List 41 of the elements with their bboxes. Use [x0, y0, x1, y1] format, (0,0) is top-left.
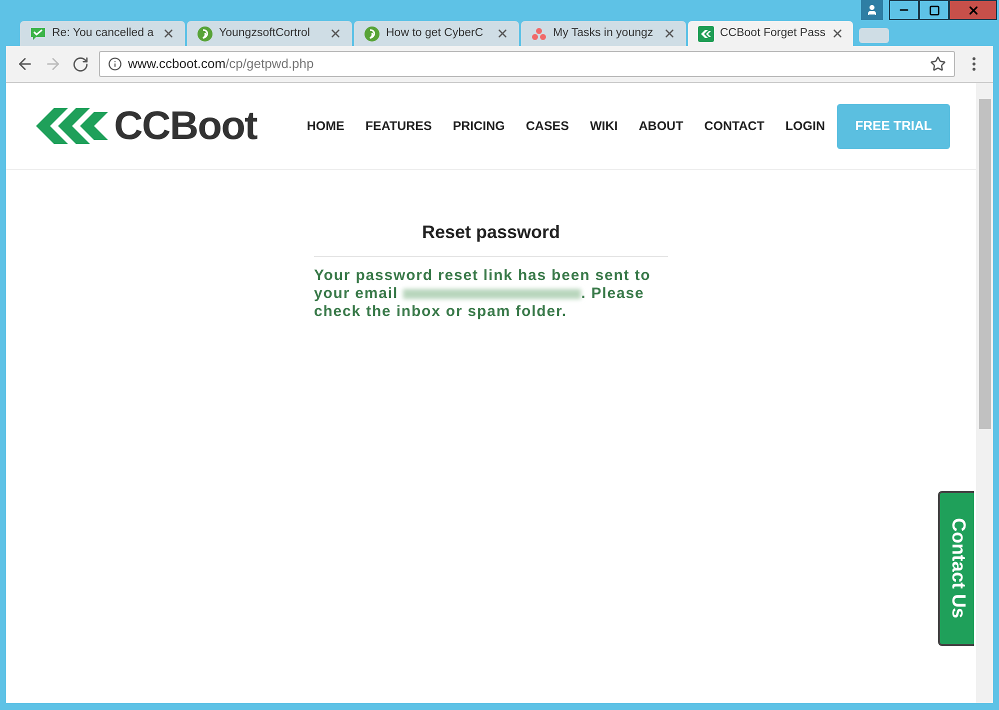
close-icon	[966, 4, 980, 16]
nav-link[interactable]: PRICING	[452, 116, 505, 136]
reload-icon[interactable]	[72, 56, 89, 72]
maximize-icon	[928, 4, 940, 16]
nav-link[interactable]: HOME	[306, 116, 344, 136]
nav-link[interactable]: FEATURES	[365, 116, 432, 136]
logo-icon	[36, 108, 108, 144]
nav-link[interactable]: CASES	[526, 116, 569, 136]
close-icon[interactable]	[329, 27, 342, 40]
scrollbar-thumb[interactable]	[978, 99, 990, 429]
back-icon[interactable]	[16, 55, 34, 73]
close-button[interactable]	[949, 0, 997, 20]
nav-link[interactable]: CONTACT	[704, 116, 764, 136]
browser-tab[interactable]: CCBoot Forget Pass	[688, 21, 853, 46]
page-heading: Reset password	[314, 219, 668, 257]
logo-text: CCBoot	[114, 103, 257, 150]
url-text: www.ccboot.com/cp/getpwd.php	[128, 55, 314, 74]
close-icon[interactable]	[831, 27, 844, 40]
person-icon	[866, 4, 878, 16]
nav-link[interactable]: WIKI	[590, 116, 618, 136]
address-bar[interactable]: www.ccboot.com/cp/getpwd.php	[99, 51, 955, 77]
info-icon[interactable]	[108, 57, 122, 71]
close-icon[interactable]	[162, 27, 175, 40]
nav-link[interactable]: ABOUT	[638, 116, 684, 136]
browser-tab[interactable]: Re: You cancelled a	[20, 21, 185, 46]
profile-button[interactable]	[861, 0, 883, 20]
nav-link[interactable]: LOGIN	[785, 116, 825, 136]
close-icon[interactable]	[496, 27, 509, 40]
success-message: Your password reset link has been sent to your email . Please check the inbox or spam folder.	[314, 267, 652, 321]
close-icon[interactable]	[663, 27, 676, 40]
bookmark-star-icon[interactable]	[930, 56, 946, 72]
leaf-icon	[364, 26, 380, 42]
browser-tab[interactable]: How to get CyberC	[354, 21, 519, 46]
browser-tab[interactable]: YoungzsoftCortrol	[187, 21, 352, 46]
maximize-button[interactable]	[919, 0, 949, 20]
minimize-button[interactable]	[889, 0, 919, 20]
logo-icon	[698, 26, 714, 42]
dots-icon	[531, 26, 547, 42]
browser-tab[interactable]: My Tasks in youngz	[521, 21, 686, 46]
leaf-icon	[197, 26, 213, 42]
chat-icon	[30, 26, 46, 42]
